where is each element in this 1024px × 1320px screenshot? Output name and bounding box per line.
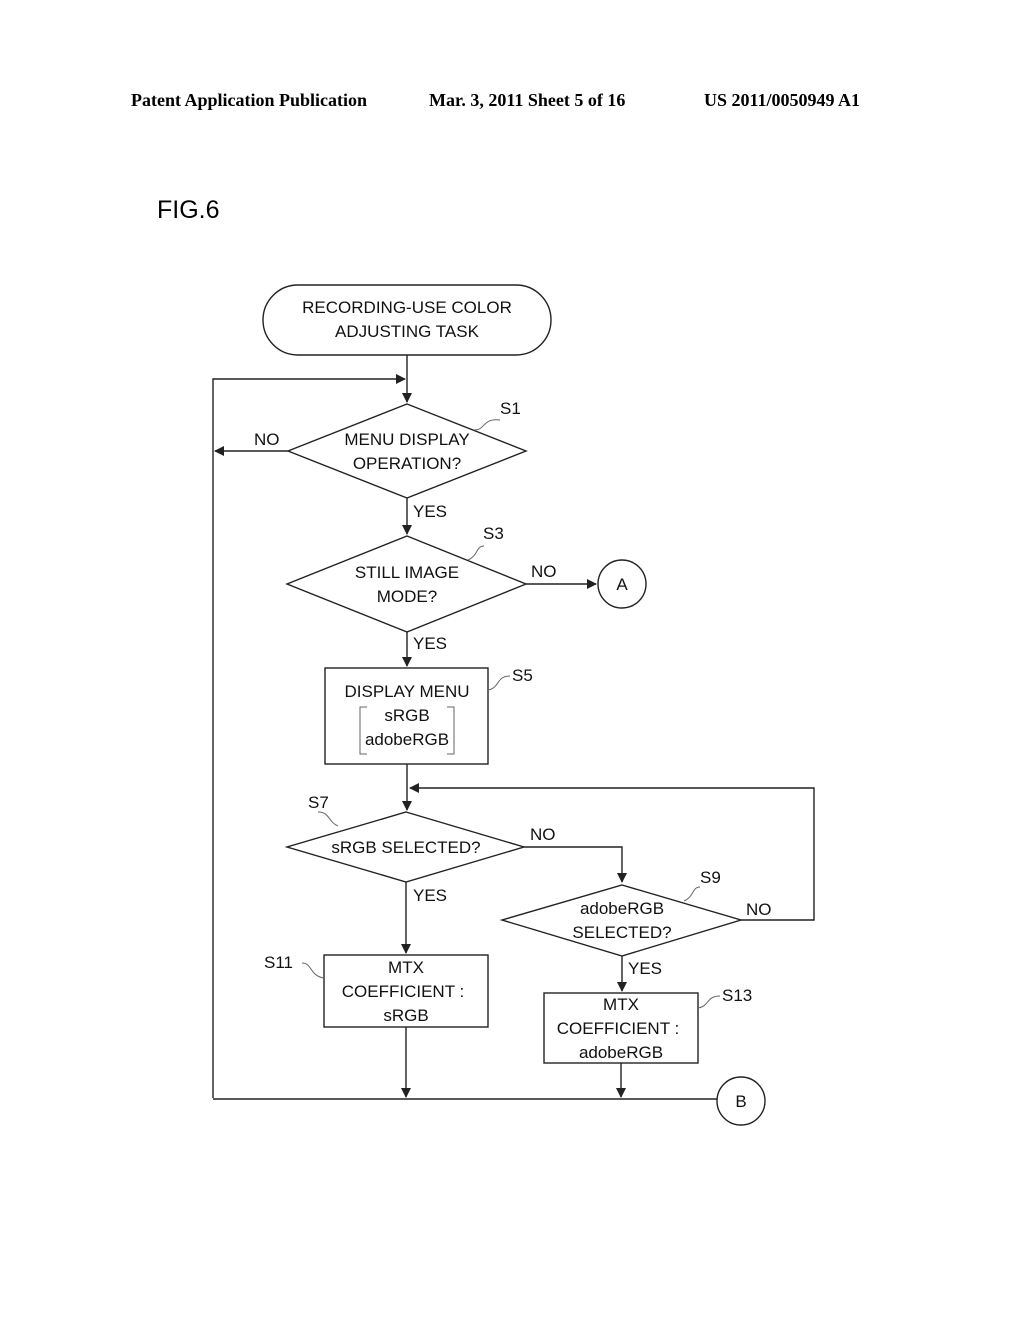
s3-tag: S3: [483, 524, 504, 543]
s3-leader-line: [467, 545, 485, 561]
s1-tag: S1: [500, 399, 521, 418]
arrow-s7-no: [524, 846, 627, 883]
s5-leader-line: [487, 675, 511, 691]
decision-s3: STILL IMAGE MODE? S3: [285, 524, 528, 633]
s7-no-label: NO: [530, 825, 556, 844]
connector-a: A: [597, 559, 647, 609]
s9-text-line2: SELECTED?: [572, 923, 671, 942]
s1-yes-label: YES: [413, 502, 447, 521]
s5-tag: S5: [512, 666, 533, 685]
s9-yes-label: YES: [628, 959, 662, 978]
s3-text-line1: STILL IMAGE: [355, 563, 459, 582]
s7-yes-label: YES: [413, 886, 447, 905]
s3-text-line2: MODE?: [377, 587, 437, 606]
s13-tag: S13: [722, 986, 752, 1005]
process-s11: MTX COEFFICIENT : sRGB S11: [264, 953, 489, 1028]
s1-text-line2: OPERATION?: [353, 454, 461, 473]
s13-text-line2: COEFFICIENT :: [557, 1019, 679, 1038]
process-s5: DISPLAY MENU sRGB adobeRGB S5: [324, 666, 533, 765]
s3-no-label: NO: [531, 562, 557, 581]
s7-text-line1: sRGB SELECTED?: [331, 838, 480, 857]
decision-s1: MENU DISPLAY OPERATION? S1: [286, 399, 528, 499]
decision-s7: sRGB SELECTED? S7: [284, 793, 527, 883]
start-terminal: RECORDING-USE COLOR ADJUSTING TASK: [262, 284, 552, 356]
s5-text-line1: DISPLAY MENU: [344, 682, 469, 701]
s9-leader-line: [683, 886, 701, 902]
connector-a-label: A: [616, 575, 628, 594]
s5-option-adoberGB: adobeRGB: [365, 730, 449, 749]
s9-text-line1: adobeRGB: [580, 899, 664, 918]
s11-tag: S11: [264, 953, 293, 972]
s1-leader-line: [473, 419, 501, 431]
s11-text-line3: sRGB: [383, 1006, 428, 1025]
process-s13: MTX COEFFICIENT : adobeRGB S13: [543, 986, 752, 1064]
s11-text-line1: MTX: [388, 958, 424, 977]
s9-tag: S9: [700, 868, 721, 887]
s11-leader-line: [301, 962, 325, 979]
connector-b-label: B: [735, 1092, 746, 1111]
s7-tag: S7: [308, 793, 329, 812]
s13-leader-line: [697, 995, 721, 1009]
s1-text-line1: MENU DISPLAY: [344, 430, 469, 449]
flowchart: RECORDING-USE COLOR ADJUSTING TASK MENU …: [212, 284, 815, 1126]
s9-no-label: NO: [746, 900, 772, 919]
s5-option-srgb: sRGB: [384, 706, 429, 725]
s13-text-line1: MTX: [603, 995, 639, 1014]
s11-text-line2: COEFFICIENT :: [342, 982, 464, 1001]
start-text-line2: ADJUSTING TASK: [335, 322, 480, 341]
start-text-line1: RECORDING-USE COLOR: [302, 298, 512, 317]
s13-text-line3: adobeRGB: [579, 1043, 663, 1062]
connector-b: B: [716, 1076, 766, 1126]
s7-leader-line: [317, 811, 339, 827]
s3-yes-label: YES: [413, 634, 447, 653]
s1-no-label: NO: [254, 430, 280, 449]
